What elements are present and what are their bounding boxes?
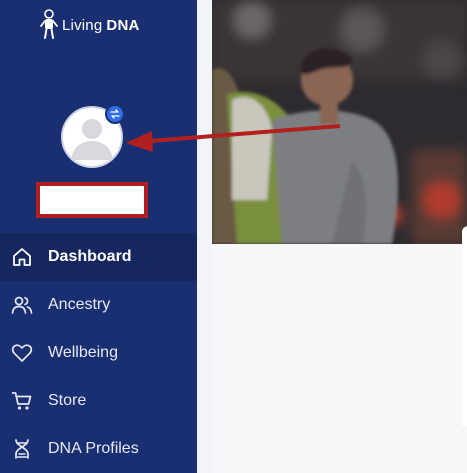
sidebar-item-dashboard[interactable]: Dashboard: [0, 233, 197, 281]
sidebar-item-label: Ancestry: [48, 296, 111, 313]
switch-profile-button[interactable]: [105, 104, 125, 124]
sidebar-item-label: Dashboard: [48, 248, 132, 265]
brand-name-part1: Living: [62, 16, 103, 34]
dna-icon: [11, 438, 33, 460]
sidebar-item-ancestry[interactable]: Ancestry: [0, 281, 197, 329]
people-icon: [11, 294, 33, 316]
sidebar-nav: Dashboard Ancestry Wellbeing Store DNA P…: [0, 233, 197, 473]
sidebar-item-label: Store: [48, 392, 87, 409]
cart-icon: [11, 390, 33, 412]
brand-name-part2: DNA: [106, 16, 140, 34]
brand-name: Living DNA: [62, 17, 140, 34]
sidebar-item-dna-profiles[interactable]: DNA Profiles: [0, 425, 197, 473]
brand-logo[interactable]: Living DNA: [40, 9, 140, 41]
profile-name-redaction-box: [36, 182, 148, 218]
sidebar-item-wellbeing[interactable]: Wellbeing: [0, 329, 197, 377]
sidebar-gutter: [197, 0, 212, 473]
sidebar-item-store[interactable]: Store: [0, 377, 197, 425]
astronaut-logo-icon: [40, 9, 58, 41]
main-content: [212, 244, 467, 473]
hero-image: [212, 0, 467, 244]
profile-avatar-container[interactable]: [60, 104, 126, 170]
app-root: Living DNA Dashboard Ancestry Wellbeing …: [0, 0, 467, 473]
sidebar-item-label: Wellbeing: [48, 344, 118, 361]
home-icon: [11, 246, 33, 268]
heart-icon: [11, 342, 33, 364]
sidebar: Living DNA Dashboard Ancestry Wellbeing …: [0, 0, 197, 473]
switch-icon: [110, 109, 120, 119]
sidebar-item-label: DNA Profiles: [48, 440, 139, 457]
content-card: [462, 226, 467, 426]
